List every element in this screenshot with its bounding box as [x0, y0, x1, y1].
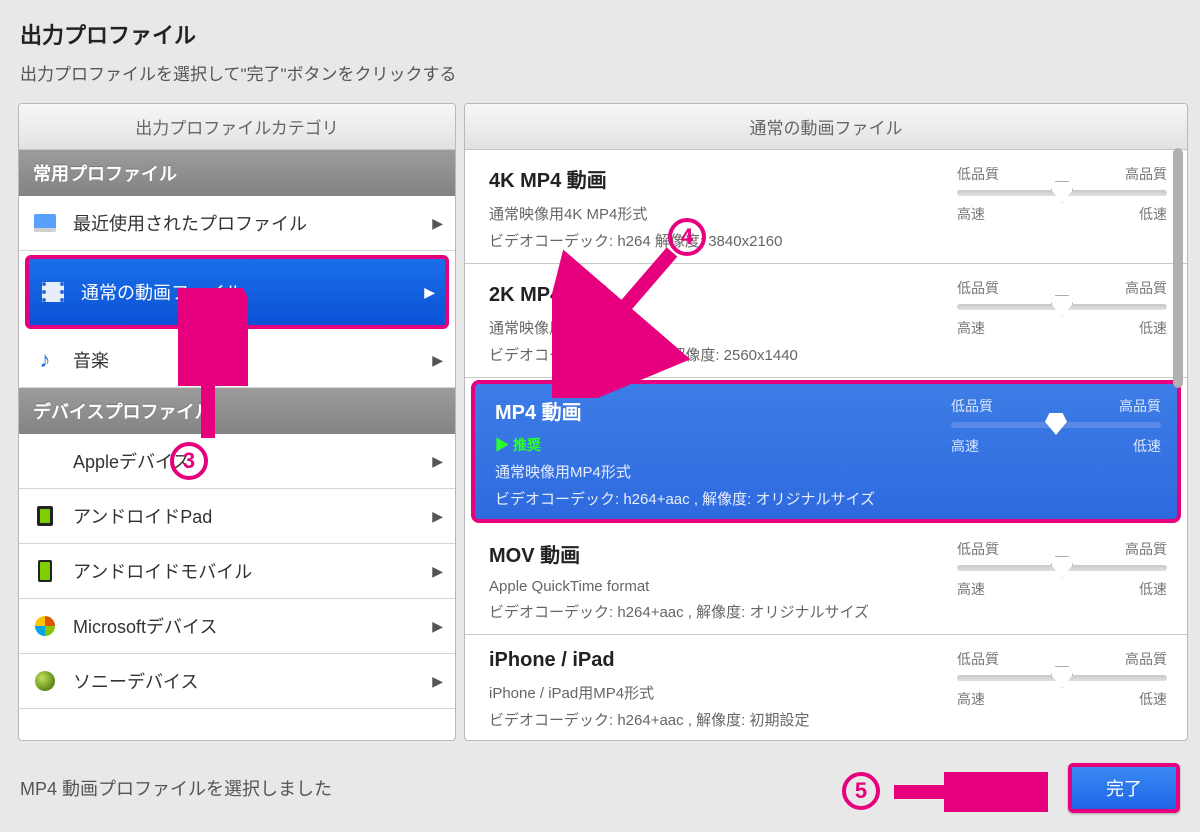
format-title: iPhone / iPad: [489, 649, 810, 672]
sony-icon: [31, 669, 59, 693]
category-android-mobile[interactable]: アンドロイドモバイル ▶: [19, 544, 455, 599]
format-column-header: 通常の動画ファイル: [465, 104, 1187, 150]
format-panel: 通常の動画ファイル 4K MP4 動画 通常映像用4K MP4形式 ビデオコーデ…: [464, 103, 1188, 741]
category-label: Microsoftデバイス: [73, 613, 217, 639]
slider-thumb-icon[interactable]: [1051, 295, 1073, 317]
category-recent[interactable]: 最近使用されたプロファイル ▶: [19, 196, 455, 251]
slider-thumb-icon[interactable]: [1051, 181, 1073, 203]
dialog-header: 出力プロファイル 出力プロファイルを選択して"完了"ボタンをクリックする: [0, 0, 1200, 93]
annotation-step-5: 5: [842, 772, 880, 810]
dialog-title: 出力プロファイル: [20, 18, 1180, 50]
slider-thumb-icon[interactable]: [1051, 556, 1073, 578]
annotation-arrow-3: [178, 288, 248, 448]
quality-slider[interactable]: [957, 304, 1167, 310]
category-label: 音楽: [73, 347, 109, 373]
quality-slider-block: 低品質高品質 高速低速: [957, 539, 1167, 599]
status-text: MP4 動画プロファイルを選択しました: [20, 775, 332, 801]
annotation-step-3: 3: [170, 442, 208, 480]
chevron-right-icon: ▶: [432, 215, 443, 232]
music-note-icon: ♪: [31, 348, 59, 372]
format-desc: iPhone / iPad用MP4形式: [489, 682, 810, 703]
format-title: MP4 動画: [495, 396, 875, 425]
annotation-step-4: 4: [668, 218, 706, 256]
format-title: 4K MP4 動画: [489, 164, 782, 193]
monitor-icon: [31, 211, 59, 235]
quality-slider[interactable]: [951, 422, 1161, 428]
apple-icon: [31, 449, 59, 473]
android-mobile-icon: [31, 559, 59, 583]
android-pad-icon: [31, 504, 59, 528]
category-microsoft[interactable]: Microsoftデバイス ▶: [19, 599, 455, 654]
dialog-subtitle: 出力プロファイルを選択して"完了"ボタンをクリックする: [20, 60, 1180, 85]
format-desc: 通常映像用4K MP4形式: [489, 203, 782, 224]
format-desc: 通常映像用MP4形式: [495, 461, 875, 482]
format-codec: ビデオコーデック: h264+aac , 解像度: オリジナルサイズ: [495, 488, 875, 509]
recommend-badge: ▶ 推奨: [495, 435, 875, 455]
format-codec: ビデオコーデック: h264+aac , 解像度: 初期設定: [489, 709, 810, 730]
category-label: 最近使用されたプロファイル: [73, 210, 307, 236]
quality-slider[interactable]: [957, 190, 1167, 196]
category-label: アンドロイドモバイル: [73, 558, 252, 584]
chevron-right-icon: ▶: [432, 673, 443, 690]
category-sony[interactable]: ソニーデバイス ▶: [19, 654, 455, 709]
chevron-right-icon: ▶: [432, 563, 443, 580]
category-label: アンドロイドPad: [73, 503, 212, 529]
quality-slider-block: 低品質高品質 高速低速: [957, 278, 1167, 338]
scrollbar-thumb[interactable]: [1173, 148, 1183, 388]
windows-icon: [31, 614, 59, 638]
format-desc: Apple QuickTime format: [489, 578, 869, 595]
chevron-right-icon: ▶: [432, 508, 443, 525]
annotation-arrow-4: [552, 238, 712, 398]
quality-slider[interactable]: [957, 565, 1167, 571]
format-mp4[interactable]: MP4 動画 ▶ 推奨 通常映像用MP4形式 ビデオコーデック: h264+aa…: [471, 380, 1181, 523]
quality-slider-block: 低品質高品質 高速低速: [957, 649, 1167, 709]
format-codec: ビデオコーデック: h264+aac , 解像度: オリジナルサイズ: [489, 601, 869, 622]
quality-slider-block: 低品質高品質 高速低速: [957, 164, 1167, 224]
scrollbar[interactable]: [1173, 148, 1183, 734]
category-column-header: 出力プロファイルカテゴリ: [19, 104, 455, 150]
slider-thumb-icon[interactable]: [1051, 666, 1073, 688]
chevron-right-icon: ▶: [424, 284, 435, 301]
chevron-right-icon: ▶: [432, 352, 443, 369]
slider-thumb-icon[interactable]: [1045, 413, 1067, 435]
chevron-right-icon: ▶: [432, 618, 443, 635]
film-icon: [39, 280, 67, 304]
category-android-pad[interactable]: アンドロイドPad ▶: [19, 489, 455, 544]
quality-slider[interactable]: [957, 675, 1167, 681]
done-button[interactable]: 完了: [1068, 763, 1180, 813]
format-iphone-ipad[interactable]: iPhone / iPad iPhone / iPad用MP4形式 ビデオコーデ…: [465, 635, 1187, 740]
annotation-arrow-5: [888, 772, 1048, 812]
chevron-right-icon: ▶: [432, 453, 443, 470]
category-label: ソニーデバイス: [73, 668, 198, 694]
quality-slider-block: 低品質高品質 高速低速: [951, 396, 1161, 456]
format-mov[interactable]: MOV 動画 Apple QuickTime format ビデオコーデック: …: [465, 525, 1187, 635]
section-header-common: 常用プロファイル: [19, 150, 455, 196]
format-title: MOV 動画: [489, 539, 869, 568]
